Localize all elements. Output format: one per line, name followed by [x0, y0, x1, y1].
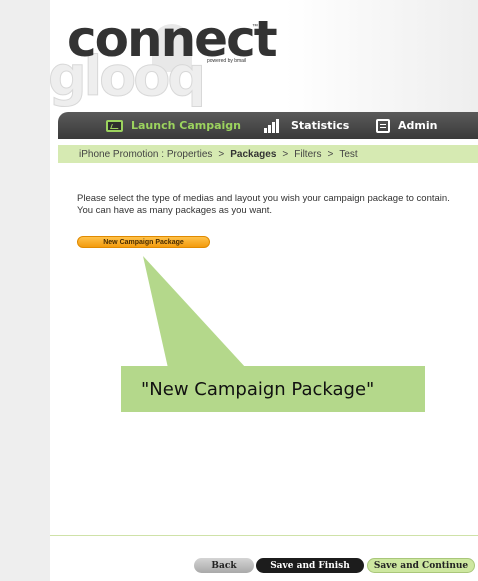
save-and-continue-button[interactable]: Save and Continue	[367, 558, 475, 573]
annotation-callout: "New Campaign Package"	[121, 366, 425, 412]
callout-arrow	[143, 256, 246, 368]
callout-pointer	[143, 256, 246, 368]
save-and-finish-button[interactable]: Save and Finish	[256, 558, 364, 573]
back-button[interactable]: Back	[194, 558, 254, 573]
footer-divider	[50, 535, 478, 536]
